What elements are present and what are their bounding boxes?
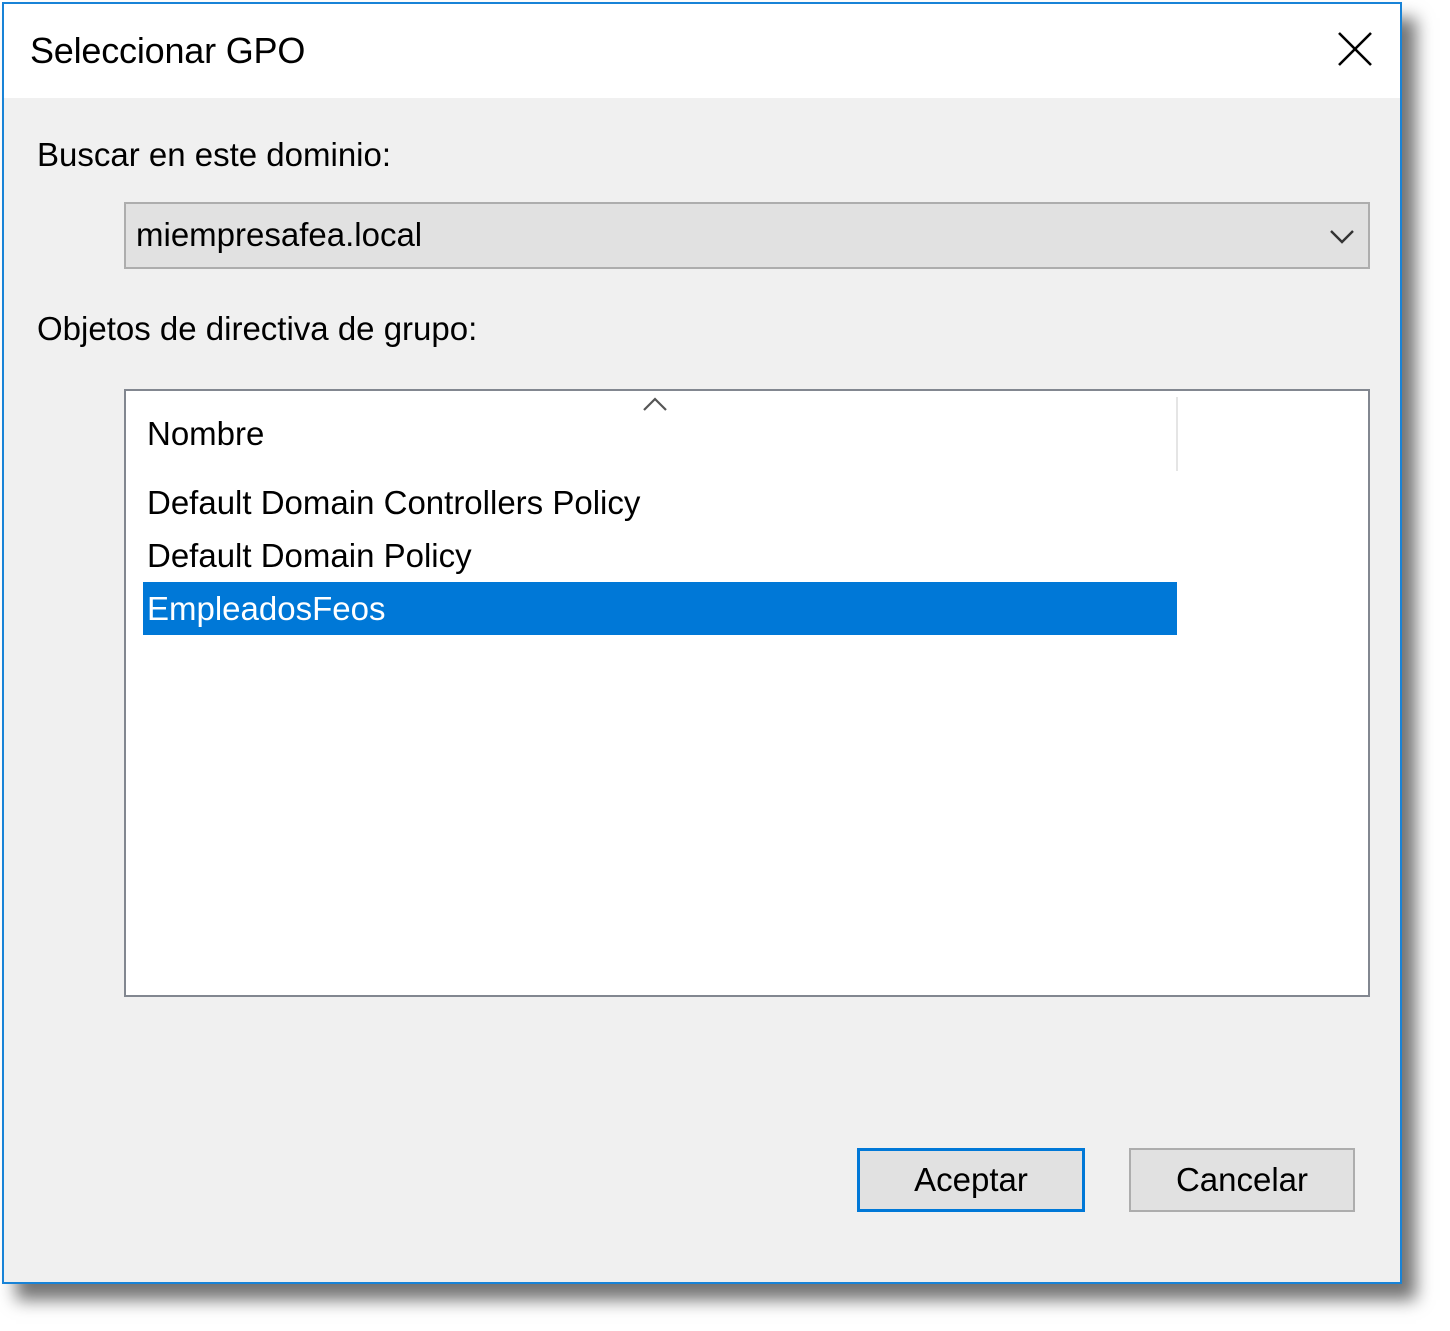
close-icon [1338,32,1372,66]
cancel-button[interactable]: Cancelar [1129,1148,1355,1212]
domain-dropdown[interactable]: miempresafea.local [124,202,1370,269]
title-bar: Seleccionar GPO [4,4,1400,98]
gpo-list-label: Objetos de directiva de grupo: [37,310,478,347]
select-gpo-dialog: Seleccionar GPO Buscar en este dominio: … [2,2,1402,1284]
list-item[interactable]: Default Domain Policy [143,529,1177,582]
gpo-list[interactable]: Nombre Default Domain Controllers Policy… [124,389,1370,997]
chevron-down-icon [1330,230,1354,244]
domain-label: Buscar en este dominio: [37,136,392,173]
close-button[interactable] [1320,14,1390,84]
column-divider[interactable] [1176,397,1178,471]
sort-ascending-icon [643,397,667,411]
gpo-rows: Default Domain Controllers Policy Defaul… [143,476,1177,635]
dialog-title: Seleccionar GPO [30,30,306,71]
list-item[interactable]: Default Domain Controllers Policy [143,476,1177,529]
domain-dropdown-value: miempresafea.local [136,216,423,253]
column-header-label: Nombre [147,415,265,452]
ok-button[interactable]: Aceptar [857,1148,1085,1212]
list-item-selected[interactable]: EmpleadosFeos [143,582,1177,635]
column-header-nombre[interactable]: Nombre [126,391,1176,471]
